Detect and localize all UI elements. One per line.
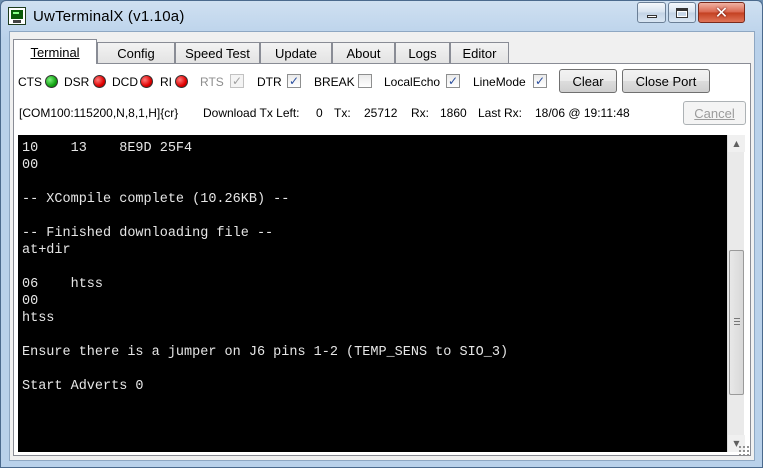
status-divider <box>433 101 434 125</box>
tab-label: Terminal <box>30 44 80 60</box>
tab-label: Editor <box>462 45 497 61</box>
rts-label: RTS <box>200 75 224 89</box>
port-settings: [COM100:115200,N,8,1,H]{cr} <box>19 106 179 120</box>
break-label: BREAK <box>314 75 355 89</box>
status-divider <box>471 101 472 125</box>
dtr-checkbox[interactable]: ✓ <box>287 74 301 88</box>
tab-label: About <box>346 45 381 61</box>
tab-speed-test[interactable]: Speed Test <box>175 42 260 63</box>
download-value: 0 <box>316 106 323 120</box>
dtr-label: DTR <box>257 75 282 89</box>
status-divider <box>309 101 310 125</box>
line-mode-checkbox[interactable]: ✓ <box>533 74 547 88</box>
tab-label: Logs <box>408 45 437 61</box>
rts-checkbox[interactable]: ✓ <box>230 74 244 88</box>
status-divider <box>327 101 328 125</box>
terminal-app-icon[interactable] <box>8 7 26 25</box>
cancel-button-label: Cancel <box>694 105 735 121</box>
local-echo-checkbox[interactable]: ✓ <box>446 74 460 88</box>
terminal-scrollbar[interactable]: ▲ ▼ <box>727 135 745 452</box>
terminal-output[interactable]: 10 13 8E9D 25F4 00 -- XCompile complete … <box>18 135 727 452</box>
clear-button-label: Clear <box>572 73 604 89</box>
scroll-up-icon[interactable]: ▲ <box>728 135 745 152</box>
download-label: Download Tx Left: <box>203 106 300 120</box>
tx-value: 25712 <box>364 106 398 120</box>
control-row: CTS DSR DCD RI RTS ✓ DTR ✓ BREAK LocalEc… <box>18 69 748 95</box>
resize-grip-icon[interactable] <box>738 445 750 457</box>
app-window: UwTerminalX (v1.10a) ✕ Terminal Config S… <box>0 0 763 468</box>
status-divider <box>528 101 529 125</box>
tab-about[interactable]: About <box>332 42 395 63</box>
status-divider <box>648 101 649 125</box>
terminal-text: 10 13 8E9D 25F4 00 -- XCompile complete … <box>22 141 509 394</box>
last-rx-value: 18/06 @ 19:11:48 <box>535 106 630 120</box>
cts-label: CTS <box>18 75 42 89</box>
break-checkbox[interactable] <box>358 74 372 88</box>
last-rx-label: Last Rx: <box>478 106 523 120</box>
terminal-tab-panel: CTS DSR DCD RI RTS ✓ DTR ✓ BREAK LocalEc… <box>13 63 751 456</box>
title-bar[interactable]: UwTerminalX (v1.10a) ✕ <box>1 1 762 31</box>
tab-bar: Terminal Config Speed Test Update About … <box>13 39 753 64</box>
dsr-label: DSR <box>64 75 90 89</box>
dcd-indicator-icon <box>140 75 153 88</box>
line-mode-label: LineMode <box>473 75 526 89</box>
clear-button[interactable]: Clear <box>559 69 617 93</box>
tab-label: Update <box>275 45 317 61</box>
tx-label: Tx: <box>334 106 351 120</box>
client-area: Terminal Config Speed Test Update About … <box>9 31 755 461</box>
minimize-icon <box>646 15 657 18</box>
maximize-button[interactable] <box>668 2 696 23</box>
status-divider <box>357 101 358 125</box>
window-title: UwTerminalX (v1.10a) <box>33 8 185 25</box>
tab-label: Speed Test <box>185 45 250 61</box>
tab-update[interactable]: Update <box>260 42 332 63</box>
tab-terminal[interactable]: Terminal <box>13 39 97 64</box>
rx-value: 1860 <box>440 106 467 120</box>
cts-indicator-icon <box>45 75 58 88</box>
minimize-button[interactable] <box>637 2 666 23</box>
rx-label: Rx: <box>411 106 429 120</box>
tab-label: Config <box>117 45 155 61</box>
close-window-button[interactable]: ✕ <box>698 2 745 23</box>
close-port-button[interactable]: Close Port <box>622 69 710 93</box>
tab-logs[interactable]: Logs <box>395 42 450 63</box>
ri-indicator-icon <box>175 75 188 88</box>
dcd-label: DCD <box>112 75 138 89</box>
ri-label: RI <box>160 75 172 89</box>
tab-config[interactable]: Config <box>97 42 175 63</box>
close-port-button-label: Close Port <box>635 73 697 89</box>
scrollbar-thumb[interactable] <box>729 250 744 395</box>
close-icon: ✕ <box>714 3 729 22</box>
cancel-button[interactable]: Cancel <box>683 101 746 125</box>
status-row: [COM100:115200,N,8,1,H]{cr} Download Tx … <box>14 98 750 128</box>
status-divider <box>197 101 198 125</box>
grip-icon <box>734 318 740 325</box>
local-echo-label: LocalEcho <box>384 75 441 89</box>
status-divider <box>404 101 405 125</box>
maximize-icon <box>676 7 688 18</box>
dsr-indicator-icon <box>93 75 106 88</box>
tab-editor[interactable]: Editor <box>450 42 509 63</box>
